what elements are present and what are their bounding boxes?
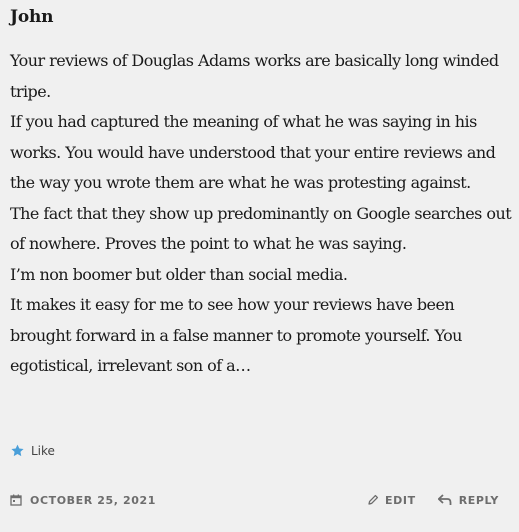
comment-date: OCTOBER 25, 2021: [30, 493, 157, 507]
comment-paragraph: If you had captured the meaning of what …: [10, 112, 496, 192]
reply-arrow-icon: [437, 494, 452, 505]
calendar-icon: [10, 494, 22, 506]
comment-paragraph: The fact that they show up predominantly…: [10, 203, 512, 254]
comment-meta: OCTOBER 25, 2021 EDIT REPLY: [10, 490, 499, 510]
edit-label: EDIT: [385, 493, 416, 507]
comment: John Your reviews of Douglas Adams works…: [10, 0, 515, 532]
star-icon: [11, 444, 24, 457]
like-label: Like: [31, 443, 55, 458]
comment-author[interactable]: John: [10, 6, 54, 28]
comment-date-link[interactable]: OCTOBER 25, 2021: [10, 494, 156, 507]
reply-label: REPLY: [458, 493, 499, 507]
edit-button[interactable]: EDIT: [367, 494, 416, 507]
comment-paragraph: It makes it easy for me to see how your …: [10, 295, 462, 375]
like-button[interactable]: Like: [10, 443, 55, 458]
comment-paragraph: Your reviews of Douglas Adams works are …: [10, 51, 499, 101]
comment-body: Your reviews of Douglas Adams works are …: [10, 46, 515, 382]
pencil-icon: [368, 494, 379, 505]
comment-paragraph: I’m non boomer but older than social med…: [10, 264, 348, 284]
reply-button[interactable]: REPLY: [437, 493, 499, 507]
